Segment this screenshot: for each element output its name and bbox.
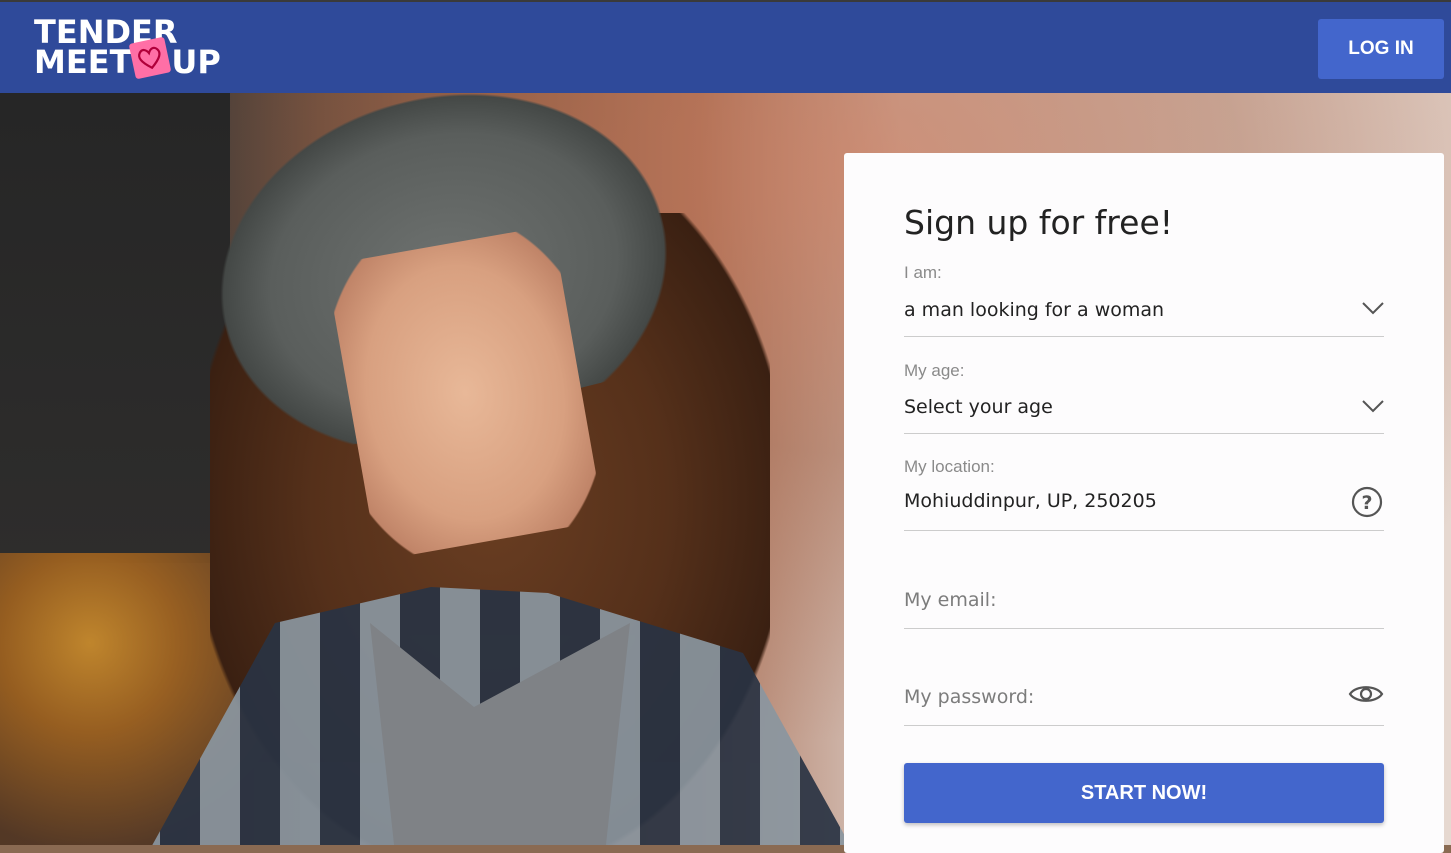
chevron-down-icon[interactable] — [1362, 399, 1384, 418]
logo-line-2: MEET UP — [34, 46, 221, 78]
start-now-button[interactable]: START NOW! — [904, 763, 1384, 823]
email-field[interactable]: My email: — [904, 573, 1384, 629]
chevron-down-icon[interactable] — [1362, 301, 1384, 320]
password-placeholder: My password: — [904, 686, 1035, 708]
iam-value: a man looking for a woman — [904, 299, 1165, 321]
password-field[interactable]: My password: — [904, 670, 1384, 726]
top-header: TENDER MEET UP LOG IN — [0, 0, 1451, 93]
signup-title: Sign up for free! — [904, 203, 1173, 242]
svg-text:?: ? — [1361, 492, 1372, 514]
age-value: Select your age — [904, 396, 1053, 418]
signup-card: Sign up for free! I am: a man looking fo… — [844, 153, 1444, 853]
eye-icon[interactable] — [1348, 682, 1384, 711]
location-label: My location: — [904, 457, 995, 476]
iam-select[interactable]: I am: a man looking for a woman — [904, 263, 1384, 337]
login-button[interactable]: LOG IN — [1318, 19, 1444, 79]
location-field[interactable]: My location: Mohiuddinpur, UP, 250205 ? — [904, 457, 1384, 531]
location-value: Mohiuddinpur, UP, 250205 — [904, 490, 1157, 512]
heart-icon — [128, 36, 172, 80]
logo-word-meet: MEET — [34, 43, 132, 81]
tendermeetup-logo[interactable]: TENDER MEET UP — [34, 16, 224, 80]
iam-label: I am: — [904, 263, 942, 282]
age-label: My age: — [904, 361, 965, 380]
help-circle-icon[interactable]: ? — [1350, 485, 1384, 524]
age-select[interactable]: My age: Select your age — [904, 361, 1384, 434]
email-placeholder: My email: — [904, 589, 997, 611]
logo-word-up: UP — [171, 43, 221, 81]
